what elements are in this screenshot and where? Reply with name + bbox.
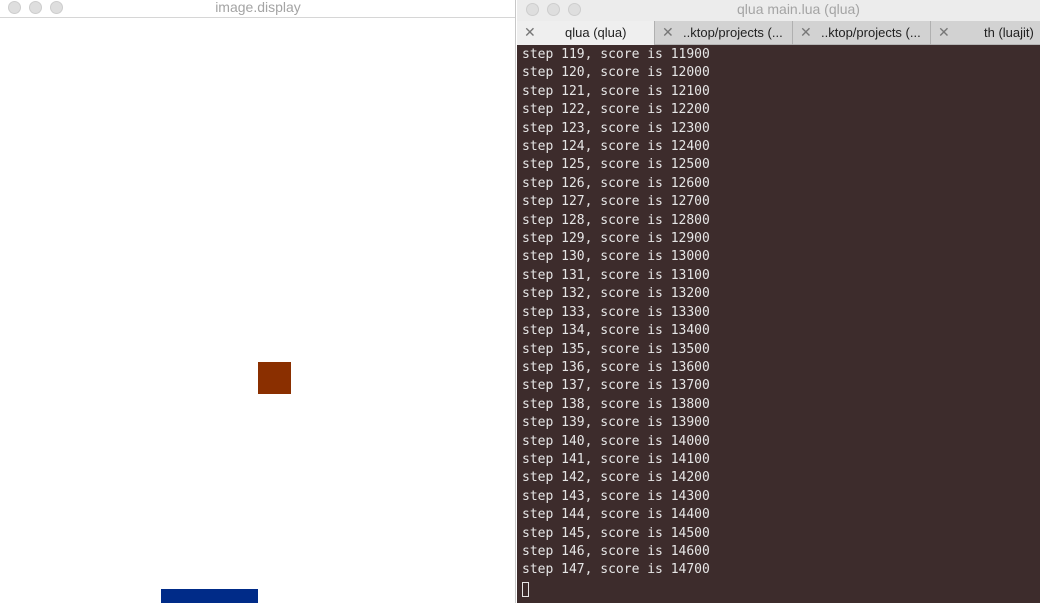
terminal-line: step 145, score is 14500 — [522, 525, 710, 541]
tab-label: th (luajit) — [984, 25, 1034, 40]
terminal-line: step 132, score is 13200 — [522, 286, 710, 302]
right-window-title: qlua main.lua (qlua) — [737, 1, 860, 17]
terminal-line: step 135, score is 13500 — [522, 341, 710, 357]
terminal-line: step 131, score is 13100 — [522, 267, 710, 283]
terminal-line: step 134, score is 13400 — [522, 323, 710, 339]
terminal-line: step 147, score is 14700 — [522, 562, 710, 578]
terminal-line: step 144, score is 14400 — [522, 507, 710, 523]
terminal-line: step 124, score is 12400 — [522, 139, 710, 155]
tab-qlua[interactable]: ✕ qlua (qlua) — [517, 21, 655, 45]
terminal-line: step 123, score is 12300 — [522, 120, 710, 136]
tab-projects-1[interactable]: ✕ ..ktop/projects (... — [655, 21, 793, 45]
right-titlebar: qlua main.lua (qlua) — [517, 0, 1040, 21]
close-icon[interactable]: ✕ — [524, 21, 536, 44]
terminal-line: step 122, score is 12200 — [522, 102, 710, 118]
left-window-title: image.display — [215, 0, 301, 15]
terminal-tab-bar: ✕ qlua (qlua) ✕ ..ktop/projects (... ✕ .… — [517, 21, 1040, 45]
terminal-line: step 138, score is 13800 — [522, 396, 710, 412]
terminal-line: step 136, score is 13600 — [522, 359, 710, 375]
terminal-line: step 133, score is 13300 — [522, 304, 710, 320]
terminal-line: step 140, score is 14000 — [522, 433, 710, 449]
terminal-line: step 139, score is 13900 — [522, 415, 710, 431]
terminal-line: step 119, score is 11900 — [522, 47, 710, 62]
game-paddle — [161, 589, 258, 603]
game-ball — [258, 362, 291, 394]
terminal-window: qlua main.lua (qlua) ✕ qlua (qlua) ✕ ..k… — [517, 0, 1040, 603]
terminal-line: step 129, score is 12900 — [522, 231, 710, 247]
left-titlebar: image.display — [0, 0, 515, 18]
tab-th-luajit[interactable]: ✕ th (luajit) — [931, 21, 1040, 45]
terminal-line: step 143, score is 14300 — [522, 488, 710, 504]
terminal-output[interactable]: step 119, score is 11900 step 120, score … — [522, 46, 1040, 603]
close-icon[interactable]: ✕ — [800, 21, 812, 44]
terminal-line: step 137, score is 13700 — [522, 378, 710, 394]
terminal-line: step 141, score is 14100 — [522, 451, 710, 467]
tab-label: ..ktop/projects (... — [683, 25, 783, 40]
terminal-line: step 142, score is 14200 — [522, 470, 710, 486]
tab-label: qlua (qlua) — [565, 25, 627, 40]
terminal-cursor — [522, 581, 529, 597]
terminal-line: step 125, score is 12500 — [522, 157, 710, 173]
game-canvas — [0, 19, 515, 603]
close-icon[interactable]: ✕ — [938, 21, 950, 44]
terminal-line: step 120, score is 12000 — [522, 65, 710, 81]
tab-projects-2[interactable]: ✕ ..ktop/projects (... — [793, 21, 931, 45]
terminal-line: step 130, score is 13000 — [522, 249, 710, 265]
close-icon[interactable]: ✕ — [662, 21, 674, 44]
terminal-line: step 128, score is 12800 — [522, 212, 710, 228]
terminal-line: step 146, score is 14600 — [522, 543, 710, 559]
terminal-line: step 121, score is 12100 — [522, 83, 710, 99]
image-display-window: image.display — [0, 0, 516, 603]
tab-label: ..ktop/projects (... — [821, 25, 921, 40]
terminal-line: step 126, score is 12600 — [522, 175, 710, 191]
terminal-line: step 127, score is 12700 — [522, 194, 710, 210]
